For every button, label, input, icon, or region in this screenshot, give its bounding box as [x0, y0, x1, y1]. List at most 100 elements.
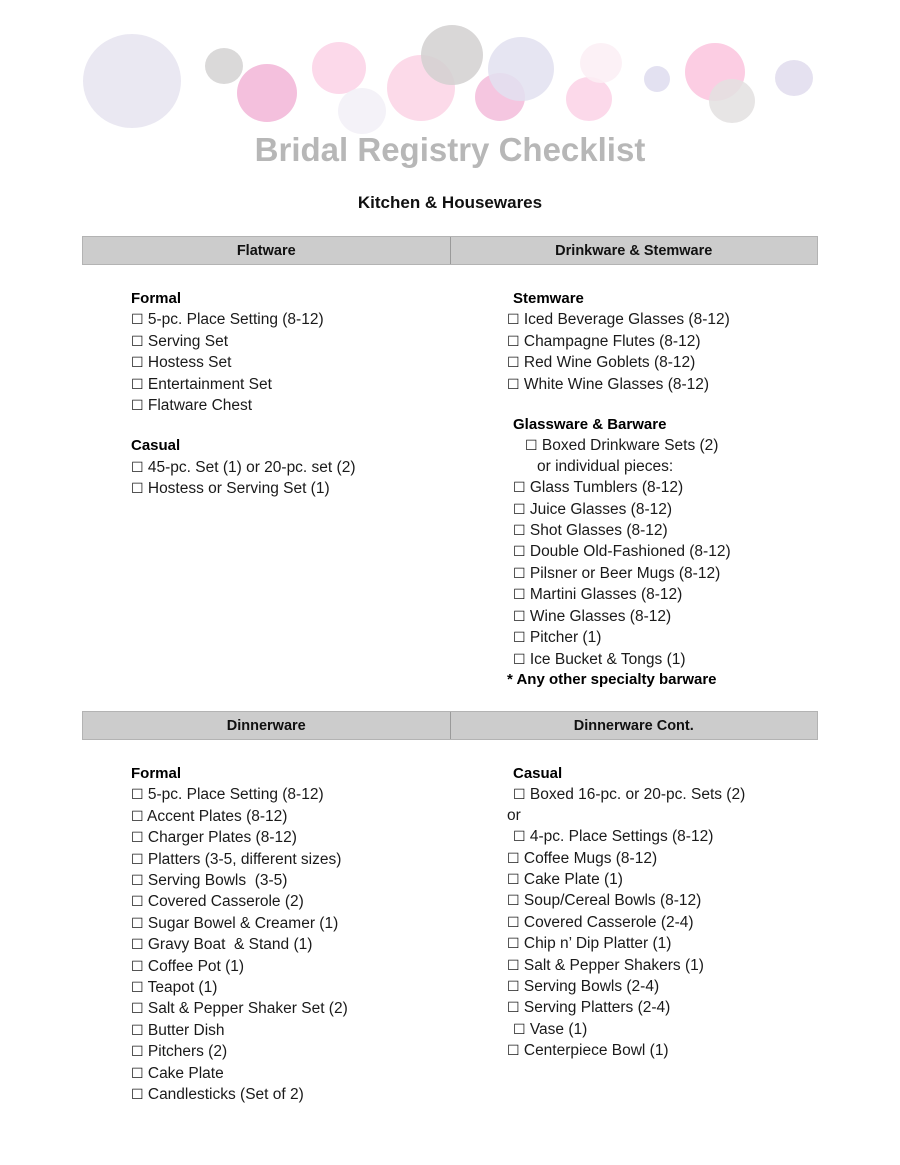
checkbox-icon[interactable]: ☐ [513, 629, 526, 645]
checklist-item[interactable]: ☐ Centerpiece Bowl (1) [507, 1040, 818, 1061]
checklist-item[interactable]: ☐ Serving Set [131, 331, 450, 352]
checkbox-icon[interactable]: ☐ [507, 850, 520, 866]
checkbox-icon[interactable]: ☐ [513, 501, 526, 517]
checklist-item[interactable]: ☐ Entertainment Set [131, 374, 450, 395]
checkbox-icon[interactable]: ☐ [507, 354, 520, 370]
checklist-item[interactable]: ☐ Coffee Mugs (8-12) [507, 848, 818, 869]
checklist-item[interactable]: ☐ Hostess or Serving Set (1) [131, 478, 450, 499]
checklist-item[interactable]: ☐ Teapot (1) [131, 977, 450, 998]
checklist-item[interactable]: ☐ Pitchers (2) [131, 1041, 450, 1062]
checkbox-icon[interactable]: ☐ [131, 872, 144, 888]
checklist-item[interactable]: ☐ Chip n’ Dip Platter (1) [507, 933, 818, 954]
checkbox-icon[interactable]: ☐ [131, 786, 144, 802]
checkbox-icon[interactable]: ☐ [131, 1086, 144, 1102]
checkbox-icon[interactable]: ☐ [131, 311, 144, 327]
checklist-item-label: Wine Glasses (8-12) [525, 607, 672, 625]
checkbox-icon[interactable]: ☐ [513, 828, 526, 844]
checkbox-icon[interactable]: ☐ [525, 437, 538, 453]
checkbox-icon[interactable]: ☐ [513, 522, 526, 538]
decorative-circle [205, 48, 243, 84]
checkbox-icon[interactable]: ☐ [507, 914, 520, 930]
checkbox-icon[interactable]: ☐ [513, 651, 526, 667]
checkbox-icon[interactable]: ☐ [513, 586, 526, 602]
checkbox-icon[interactable]: ☐ [513, 786, 526, 802]
checkbox-icon[interactable]: ☐ [131, 1000, 144, 1016]
checklist-item-label: 5-pc. Place Setting (8-12) [143, 786, 324, 804]
checklist-item[interactable]: ☐ Butter Dish [131, 1020, 450, 1041]
checklist-item[interactable]: ☐ Cake Plate (1) [507, 869, 818, 890]
checkbox-icon[interactable]: ☐ [131, 480, 144, 496]
checklist-item[interactable]: ☐ Boxed Drinkware Sets (2) [507, 435, 818, 456]
checkbox-icon[interactable]: ☐ [513, 479, 526, 495]
checkbox-icon[interactable]: ☐ [131, 936, 144, 952]
checkbox-icon[interactable]: ☐ [131, 376, 144, 392]
checklist-item[interactable]: ☐ 5-pc. Place Setting (8-12) [131, 309, 450, 330]
checkbox-icon[interactable]: ☐ [507, 871, 520, 887]
checkbox-icon[interactable]: ☐ [131, 354, 144, 370]
checkbox-icon[interactable]: ☐ [131, 979, 144, 995]
checkbox-icon[interactable]: ☐ [131, 459, 144, 475]
checklist-item[interactable]: ☐ Boxed 16-pc. or 20-pc. Sets (2) [507, 784, 818, 805]
checklist-item[interactable]: ☐ Soup/Cereal Bowls (8-12) [507, 890, 818, 911]
checklist-item[interactable]: ☐ Candlesticks (Set of 2) [131, 1084, 450, 1105]
checkbox-icon[interactable]: ☐ [513, 543, 526, 559]
checklist-item[interactable]: ☐ Covered Casserole (2) [131, 891, 450, 912]
checklist-item[interactable]: ☐ White Wine Glasses (8-12) [507, 374, 818, 395]
checklist-item[interactable]: ☐ Double Old-Fashioned (8-12) [507, 541, 818, 562]
checkbox-icon[interactable]: ☐ [507, 935, 520, 951]
checklist-item[interactable]: ☐ Pilsner or Beer Mugs (8-12) [507, 563, 818, 584]
checklist-item[interactable]: ☐ Glass Tumblers (8-12) [507, 477, 818, 498]
checkbox-icon[interactable]: ☐ [507, 957, 520, 973]
checklist-item-label: Hostess Set [143, 354, 232, 372]
checklist-item[interactable]: ☐ Charger Plates (8-12) [131, 827, 450, 848]
checklist-item[interactable]: ☐ Shot Glasses (8-12) [507, 520, 818, 541]
checkbox-icon[interactable]: ☐ [513, 1021, 526, 1037]
checklist-item[interactable]: ☐ Martini Glasses (8-12) [507, 584, 818, 605]
checklist-item[interactable]: ☐ 4-pc. Place Settings (8-12) [507, 826, 818, 847]
checkbox-icon[interactable]: ☐ [131, 808, 144, 824]
checklist-item[interactable]: ☐ Serving Platters (2-4) [507, 997, 818, 1018]
checklist-item[interactable]: ☐ Salt & Pepper Shakers (1) [507, 955, 818, 976]
checkbox-icon[interactable]: ☐ [507, 376, 520, 392]
checkbox-icon[interactable]: ☐ [131, 829, 144, 845]
checklist-item[interactable]: ☐ Cake Plate [131, 1063, 450, 1084]
checkbox-icon[interactable]: ☐ [131, 397, 144, 413]
checkbox-icon[interactable]: ☐ [131, 1022, 144, 1038]
checkbox-icon[interactable]: ☐ [507, 999, 520, 1015]
checklist-item[interactable]: ☐ Vase (1) [507, 1019, 818, 1040]
checklist-item[interactable]: ☐ 45-pc. Set (1) or 20-pc. set (2) [131, 457, 450, 478]
checklist-item[interactable]: ☐ Pitcher (1) [507, 627, 818, 648]
checkbox-icon[interactable]: ☐ [131, 958, 144, 974]
checklist-item[interactable]: ☐ Serving Bowls (3-5) [131, 870, 450, 891]
checkbox-icon[interactable]: ☐ [131, 333, 144, 349]
checklist-item[interactable]: ☐ Wine Glasses (8-12) [507, 606, 818, 627]
checklist-item[interactable]: ☐ Gravy Boat & Stand (1) [131, 934, 450, 955]
checklist-item[interactable]: ☐ Iced Beverage Glasses (8-12) [507, 309, 818, 330]
checklist-item[interactable]: ☐ Red Wine Goblets (8-12) [507, 352, 818, 373]
checkbox-icon[interactable]: ☐ [513, 608, 526, 624]
checklist-item[interactable]: ☐ Serving Bowls (2-4) [507, 976, 818, 997]
checklist-item[interactable]: ☐ Ice Bucket & Tongs (1) [507, 649, 818, 670]
checklist-item[interactable]: ☐ Hostess Set [131, 352, 450, 373]
checklist-item[interactable]: ☐ Covered Casserole (2-4) [507, 912, 818, 933]
checkbox-icon[interactable]: ☐ [507, 333, 520, 349]
checkbox-icon[interactable]: ☐ [507, 892, 520, 908]
checklist-item[interactable]: ☐ Accent Plates (8-12) [131, 806, 450, 827]
checklist-item[interactable]: ☐ Platters (3-5, different sizes) [131, 849, 450, 870]
checklist-item[interactable]: ☐ Champagne Flutes (8-12) [507, 331, 818, 352]
checkbox-icon[interactable]: ☐ [507, 1042, 520, 1058]
checkbox-icon[interactable]: ☐ [131, 893, 144, 909]
checkbox-icon[interactable]: ☐ [131, 1065, 144, 1081]
checklist-item[interactable]: ☐ Sugar Bowel & Creamer (1) [131, 913, 450, 934]
checklist-item[interactable]: ☐ 5-pc. Place Setting (8-12) [131, 784, 450, 805]
checklist-item[interactable]: ☐ Salt & Pepper Shaker Set (2) [131, 998, 450, 1019]
checkbox-icon[interactable]: ☐ [131, 915, 144, 931]
checkbox-icon[interactable]: ☐ [507, 978, 520, 994]
checkbox-icon[interactable]: ☐ [131, 1043, 144, 1059]
checkbox-icon[interactable]: ☐ [507, 311, 520, 327]
checkbox-icon[interactable]: ☐ [131, 851, 144, 867]
checklist-item[interactable]: ☐ Juice Glasses (8-12) [507, 499, 818, 520]
checklist-item[interactable]: ☐ Flatware Chest [131, 395, 450, 416]
checkbox-icon[interactable]: ☐ [513, 565, 526, 581]
checklist-item[interactable]: ☐ Coffee Pot (1) [131, 956, 450, 977]
